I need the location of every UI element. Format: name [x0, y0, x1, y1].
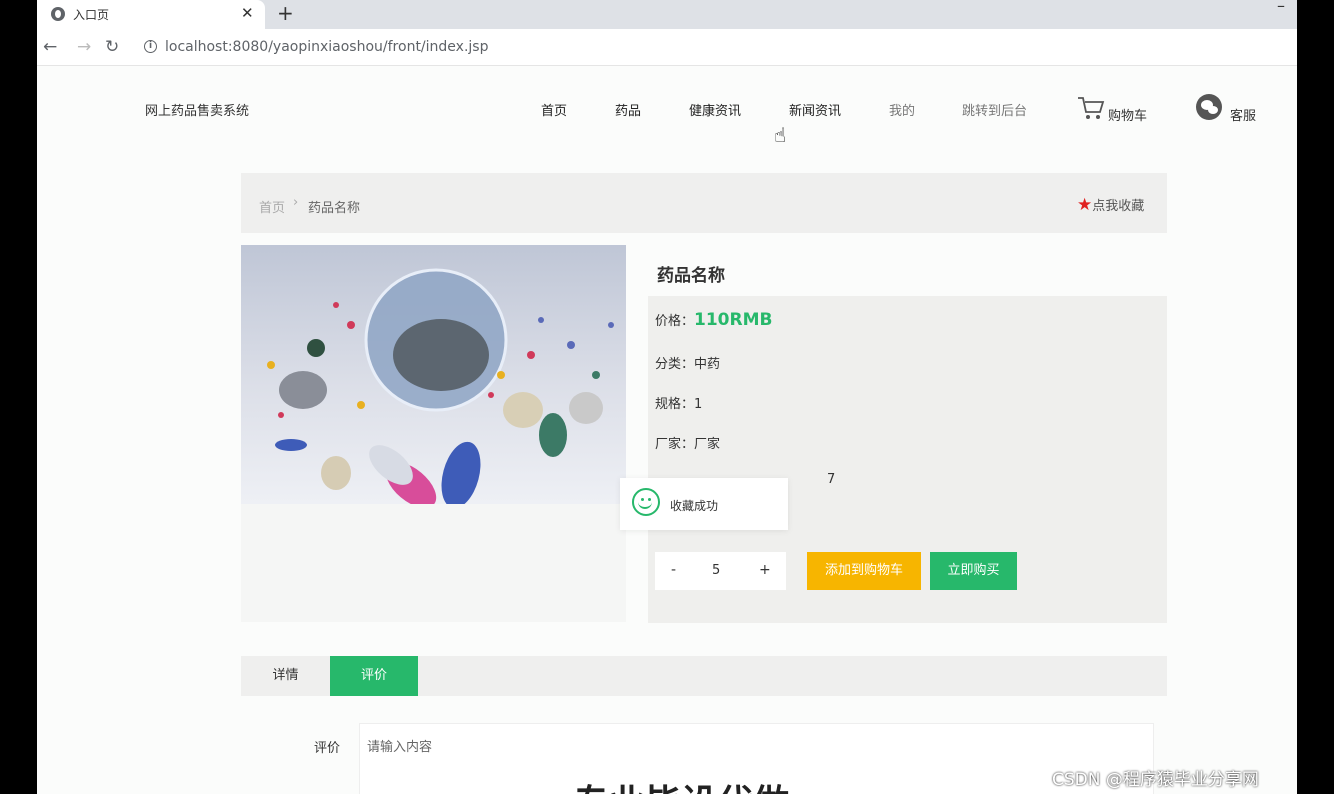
address-bar[interactable]: localhost:8080/yaopinxiaoshou/front/inde…: [165, 39, 488, 55]
hand-cursor-icon: ☝: [774, 123, 787, 147]
cart-icon: [1078, 97, 1105, 119]
minimize-icon[interactable]: –: [1277, 0, 1285, 15]
detail-tabs: 详情 评价: [241, 656, 1167, 696]
nav-mine[interactable]: 我的: [889, 100, 915, 119]
nav-home[interactable]: 首页: [541, 100, 567, 119]
star-icon: ★: [1077, 195, 1093, 215]
add-to-cart-button[interactable]: 添加到购物车: [807, 552, 921, 590]
maker-value: 厂家: [694, 437, 721, 452]
info-icon[interactable]: i: [144, 40, 157, 53]
review-label: 评价: [314, 741, 341, 756]
breadcrumb-current: 药品名称: [308, 201, 361, 216]
new-tab-icon[interactable]: +: [277, 1, 294, 25]
quantity-plus-button[interactable]: +: [759, 562, 771, 578]
price-row: 价格：110RMB: [655, 310, 772, 330]
buy-now-button[interactable]: 立即购买: [930, 552, 1017, 590]
partial-row-value: 7: [827, 472, 836, 487]
browser-window: 入口页 ✕ + – ← → ↻ i localhost:8080/yaopinx…: [37, 0, 1297, 794]
spec-value: 1: [694, 397, 703, 412]
product-attributes: 价格：110RMB 分类：中药 规格：1 厂家：厂家 7 - 5 + 添加到购物…: [648, 296, 1167, 623]
product-info-panel: 药品名称 价格：110RMB 分类：中药 规格：1 厂家：厂家 7 - 5 + …: [626, 245, 1167, 623]
breadcrumb-bar: 首页 › 药品名称 ★点我收藏: [241, 173, 1167, 233]
spec-row: 规格：1: [655, 393, 702, 412]
forward-arrow-icon[interactable]: →: [77, 37, 91, 57]
favorite-button[interactable]: ★点我收藏: [1077, 195, 1144, 215]
browser-toolbar: ← → ↻ i localhost:8080/yaopinxiaoshou/fr…: [37, 29, 1297, 66]
toast-text: 收藏成功: [670, 499, 719, 513]
favorite-label: 点我收藏: [1092, 199, 1145, 214]
close-icon[interactable]: ✕: [241, 4, 254, 22]
reload-icon[interactable]: ↻: [105, 37, 119, 57]
maker-row: 厂家：厂家: [655, 433, 720, 452]
nav-drugs[interactable]: 药品: [615, 100, 641, 119]
breadcrumb-home[interactable]: 首页: [259, 197, 285, 216]
price-value: 110RMB: [694, 310, 773, 330]
maker-label: 厂家：: [655, 437, 695, 452]
category-value: 中药: [694, 357, 721, 372]
site-title[interactable]: 网上药品售卖系统: [145, 100, 249, 119]
csdn-watermark: CSDN @程序猿毕业分享网: [1052, 770, 1259, 790]
category-label: 分类：: [655, 357, 695, 372]
tab-review[interactable]: 评价: [330, 656, 418, 696]
quantity-stepper[interactable]: - 5 +: [655, 552, 786, 590]
toast-message: 收藏成功: [620, 478, 788, 530]
cart-label: 购物车: [1108, 109, 1148, 124]
category-row: 分类：中药: [655, 353, 720, 372]
nav-health-info[interactable]: 健康资讯: [689, 100, 741, 119]
service-link[interactable]: 客服: [1195, 93, 1256, 127]
breadcrumb-separator: ›: [293, 195, 299, 210]
wechat-icon: [1196, 94, 1222, 120]
service-label: 客服: [1230, 109, 1257, 124]
quantity-value[interactable]: 5: [712, 563, 720, 578]
nav-admin[interactable]: 跳转到后台: [962, 100, 1027, 119]
tab-title: 入口页: [73, 8, 110, 22]
tab-strip: 入口页 ✕ + –: [37, 0, 1297, 29]
screen-edge: [1297, 0, 1334, 794]
product-name: 药品名称: [657, 266, 725, 286]
image-pane-bottom: [241, 504, 626, 622]
globe-icon: [51, 7, 65, 21]
review-placeholder: 请输入内容: [367, 740, 433, 755]
browser-tab[interactable]: 入口页 ✕: [37, 0, 265, 29]
quantity-minus-button[interactable]: -: [671, 562, 676, 578]
back-arrow-icon[interactable]: ←: [43, 37, 57, 57]
tab-detail[interactable]: 详情: [241, 656, 330, 696]
spec-label: 规格：: [655, 397, 695, 412]
cart-link[interactable]: 购物车: [1077, 95, 1147, 125]
overlay-text: 专业毕设代做: [573, 774, 789, 794]
nav-news[interactable]: 新闻资讯: [789, 100, 841, 119]
price-label: 价格：: [655, 314, 695, 329]
product-image: [241, 245, 626, 504]
